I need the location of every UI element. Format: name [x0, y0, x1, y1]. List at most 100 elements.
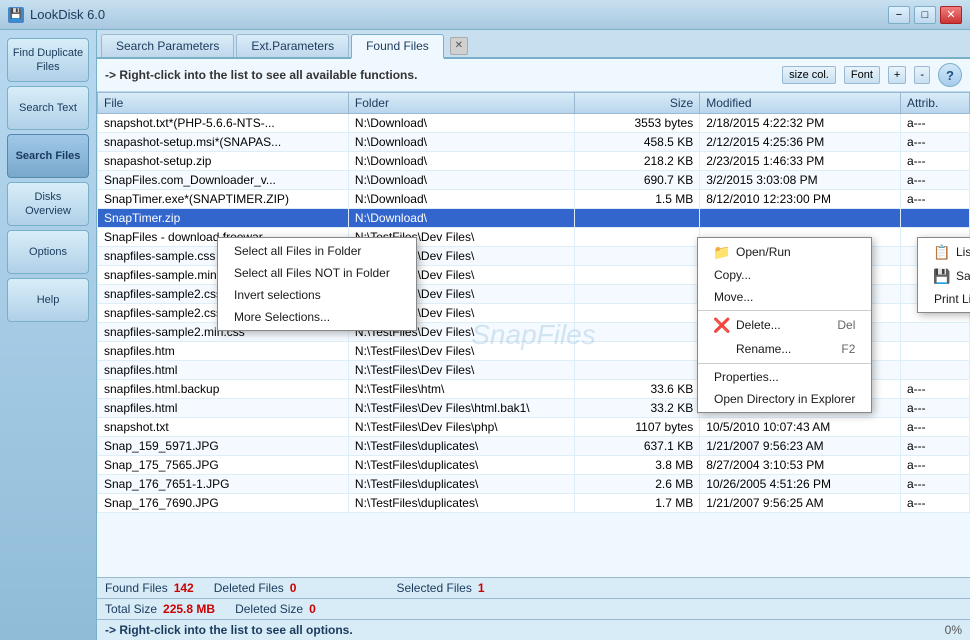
table-row[interactable]: SnapTimer.zipN:\Download\ — [98, 209, 970, 228]
cell-folder: N:\TestFiles\duplicates\ — [348, 494, 574, 513]
maximize-button[interactable]: □ — [914, 6, 936, 24]
table-row[interactable]: snapshot.txtN:\TestFiles\Dev Files\php\1… — [98, 418, 970, 437]
table-row[interactable]: snapashot-setup.zipN:\Download\218.2 KB2… — [98, 152, 970, 171]
ctx-list-options[interactable]: 📋 List Options... — [918, 240, 970, 264]
table-row[interactable]: snapshot.txt*(PHP-5.6.6-NTS-...N:\Downlo… — [98, 114, 970, 133]
table-row[interactable]: Snap_176_7651-1.JPGN:\TestFiles\duplicat… — [98, 475, 970, 494]
cell-file: Snap_176_7651-1.JPG — [98, 475, 349, 494]
ctx-copy[interactable]: Copy... — [698, 264, 871, 286]
cell-modified: 8/27/2004 3:10:53 PM — [700, 456, 901, 475]
ctx-more-selections[interactable]: More Selections... — [218, 306, 416, 328]
column-header-folder[interactable]: Folder — [348, 93, 574, 114]
sidebar-item-find-duplicate[interactable]: Find DuplicateFiles — [7, 38, 89, 82]
tab-ext-parameters[interactable]: Ext.Parameters — [236, 34, 349, 57]
cell-file: snapashot-setup.zip — [98, 152, 349, 171]
selected-files-value: 1 — [478, 581, 485, 595]
save-list-icon: 💾 — [934, 268, 950, 284]
status-total-size-row: Total Size 225.8 MB — [105, 602, 215, 616]
ctx-move[interactable]: Move... — [698, 286, 871, 308]
sidebar: Find DuplicateFiles Search Text Search F… — [0, 30, 97, 640]
ctx-separator-1 — [698, 310, 871, 311]
info-bar: -> Right-click into the list to see all … — [97, 59, 970, 92]
content-area: Search Parameters Ext.Parameters Found F… — [97, 30, 970, 640]
ctx-save-list[interactable]: 💾 Save List... — [918, 264, 970, 288]
cell-size: 1.5 MB — [574, 190, 699, 209]
context-menu-list: 📋 List Options... 💾 Save List... Print L… — [917, 237, 970, 313]
info-bar-text: -> Right-click into the list to see all … — [105, 68, 774, 82]
ctx-properties[interactable]: Properties... — [698, 366, 871, 388]
column-header-size[interactable]: Size — [574, 93, 699, 114]
cell-modified: 2/18/2015 4:22:32 PM — [700, 114, 901, 133]
cell-size — [574, 247, 699, 266]
ctx-open-directory[interactable]: Open Directory in Explorer — [698, 388, 871, 410]
minimize-button[interactable]: − — [888, 6, 910, 24]
ctx-select-all-not-in-folder[interactable]: Select all Files NOT in Folder — [218, 262, 416, 284]
sidebar-item-disks-overview[interactable]: Disks Overview — [7, 182, 89, 226]
cell-size: 1.7 MB — [574, 494, 699, 513]
ctx-print-list[interactable]: Print List... — [918, 288, 970, 310]
sidebar-item-search-files[interactable]: Search Files — [7, 134, 89, 178]
ctx-open-run[interactable]: 📁 Open/Run — [698, 240, 871, 264]
table-row[interactable]: snapashot-setup.msi*(SNAPAS...N:\Downloa… — [98, 133, 970, 152]
ctx-rename[interactable]: Rename... F2 — [698, 337, 871, 361]
cell-folder: N:\TestFiles\Dev Files\php\ — [348, 418, 574, 437]
bottom-bar: -> Right-click into the list to see all … — [97, 619, 970, 640]
cell-size: 3553 bytes — [574, 114, 699, 133]
ctx-list-options-label: List Options... — [956, 245, 970, 259]
table-row[interactable]: Snap_175_7565.JPGN:\TestFiles\duplicates… — [98, 456, 970, 475]
cell-size — [574, 304, 699, 323]
ctx-delete[interactable]: ❌ Delete... Del — [698, 313, 871, 337]
ctx-invert-selections[interactable]: Invert selections — [218, 284, 416, 306]
tab-search-parameters[interactable]: Search Parameters — [101, 34, 234, 57]
column-header-file[interactable]: File — [98, 93, 349, 114]
rename-icon — [714, 341, 730, 357]
cell-modified: 8/12/2010 12:23:00 PM — [700, 190, 901, 209]
cell-size — [574, 285, 699, 304]
cell-folder: N:\Download\ — [348, 171, 574, 190]
ctx-delete-label: Delete... — [736, 318, 781, 332]
sidebar-item-help[interactable]: Help — [7, 278, 89, 322]
cell-folder: N:\TestFiles\duplicates\ — [348, 475, 574, 494]
table-row[interactable]: Snap_159_5971.JPGN:\TestFiles\duplicates… — [98, 437, 970, 456]
app-icon: 💾 — [8, 7, 24, 23]
sidebar-item-options[interactable]: Options — [7, 230, 89, 274]
tab-close-button[interactable]: ✕ — [450, 37, 468, 55]
cell-modified: 1/21/2007 9:56:23 AM — [700, 437, 901, 456]
table-row[interactable]: Snap_176_7690.JPGN:\TestFiles\duplicates… — [98, 494, 970, 513]
table-row[interactable]: SnapFiles.com_Downloader_v...N:\Download… — [98, 171, 970, 190]
selected-files-label: Selected Files — [396, 581, 471, 595]
cell-attrib: a--- — [900, 475, 969, 494]
cell-folder: N:\Download\ — [348, 114, 574, 133]
deleted-files-label: Deleted Files — [214, 581, 284, 595]
cell-size — [574, 323, 699, 342]
font-plus-button[interactable]: + — [888, 66, 906, 84]
cell-folder: N:\TestFiles\duplicates\ — [348, 437, 574, 456]
cell-size — [574, 209, 699, 228]
close-button[interactable]: ✕ — [940, 6, 962, 24]
ctx-rename-shortcut: F2 — [821, 342, 855, 356]
cell-modified — [700, 209, 901, 228]
cell-file: SnapTimer.exe*(SNAPTIMER.ZIP) — [98, 190, 349, 209]
cell-attrib: a--- — [900, 456, 969, 475]
tab-found-files[interactable]: Found Files — [351, 34, 444, 59]
deleted-size-value: 0 — [309, 602, 316, 616]
font-button[interactable]: Font — [844, 66, 880, 84]
column-header-attrib[interactable]: Attrib. — [900, 93, 969, 114]
sidebar-item-search-text[interactable]: Search Text — [7, 86, 89, 130]
cell-attrib: a--- — [900, 152, 969, 171]
cell-size: 218.2 KB — [574, 152, 699, 171]
cell-modified: 2/12/2015 4:25:36 PM — [700, 133, 901, 152]
cell-file: SnapFiles.com_Downloader_v... — [98, 171, 349, 190]
table-header-row: File Folder Size Modified Attrib. — [98, 93, 970, 114]
cell-file: snapfiles.html — [98, 399, 349, 418]
ctx-delete-shortcut: Del — [817, 318, 855, 332]
size-col-button[interactable]: size col. — [782, 66, 836, 84]
table-row[interactable]: SnapTimer.exe*(SNAPTIMER.ZIP)N:\Download… — [98, 190, 970, 209]
help-icon-button[interactable]: ? — [938, 63, 962, 87]
column-header-modified[interactable]: Modified — [700, 93, 901, 114]
cell-attrib — [900, 342, 969, 361]
font-minus-button[interactable]: - — [914, 66, 930, 84]
app-title: LookDisk 6.0 — [30, 7, 105, 22]
cell-file: SnapTimer.zip — [98, 209, 349, 228]
ctx-select-all-in-folder[interactable]: Select all Files in Folder — [218, 240, 416, 262]
